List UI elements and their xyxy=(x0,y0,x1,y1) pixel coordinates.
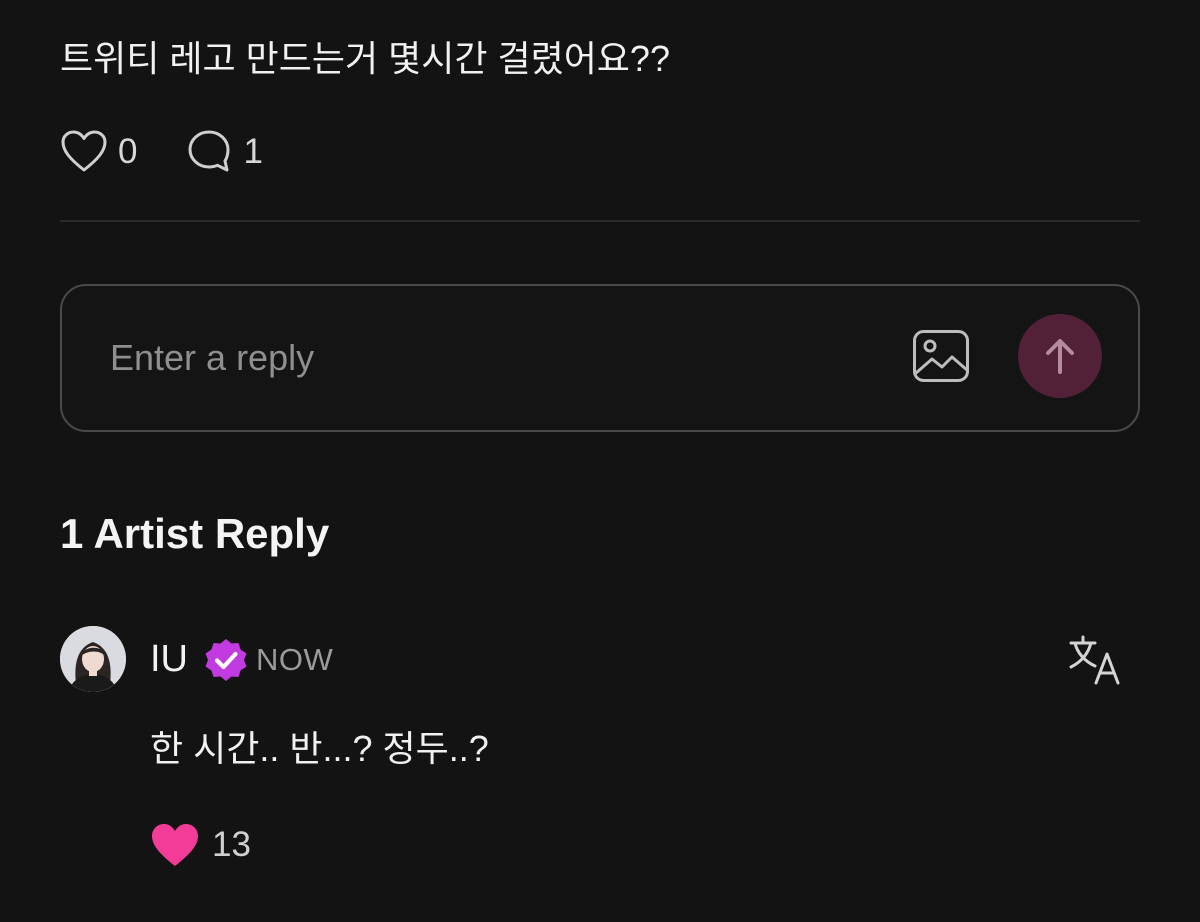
verified-badge-icon xyxy=(205,639,247,681)
avatar[interactable] xyxy=(60,626,126,692)
post-detail-page: 트위티 레고 만드는거 몇시간 걸렸어요?? 0 1 Enter a reply… xyxy=(0,0,1200,922)
post-text: 트위티 레고 만드는거 몇시간 걸렸어요?? xyxy=(60,38,670,79)
reply-input[interactable] xyxy=(110,330,890,386)
comment-like-button[interactable]: 13 xyxy=(150,818,251,872)
heart-filled-icon xyxy=(152,824,198,866)
divider xyxy=(60,220,1140,222)
reply-composer xyxy=(60,284,1140,432)
heart-outline-icon xyxy=(61,130,107,172)
comment-text: 한 시간.. 반...? 정두..? xyxy=(150,728,489,769)
comment-time: NOW xyxy=(256,642,334,677)
translate-button[interactable] xyxy=(1068,634,1124,686)
comment-bubble-icon xyxy=(188,130,230,172)
attach-image-button[interactable] xyxy=(912,328,970,384)
translate-icon xyxy=(1069,635,1120,685)
like-button[interactable]: 0 xyxy=(60,129,137,173)
comment-like-count: 13 xyxy=(212,825,251,864)
arrow-up-icon xyxy=(1046,339,1074,374)
comment-count: 1 xyxy=(243,131,263,171)
like-count: 0 xyxy=(118,131,138,171)
comment-author[interactable]: IU xyxy=(150,636,188,682)
avatar-image xyxy=(60,626,126,692)
send-button[interactable] xyxy=(1018,314,1102,398)
replies-section-title: 1 Artist Reply xyxy=(60,510,330,557)
comment-header: IU NOW xyxy=(60,626,1140,692)
comment-button[interactable]: 1 xyxy=(185,127,263,175)
image-icon xyxy=(913,330,969,382)
post-stats: 0 1 xyxy=(60,126,311,176)
